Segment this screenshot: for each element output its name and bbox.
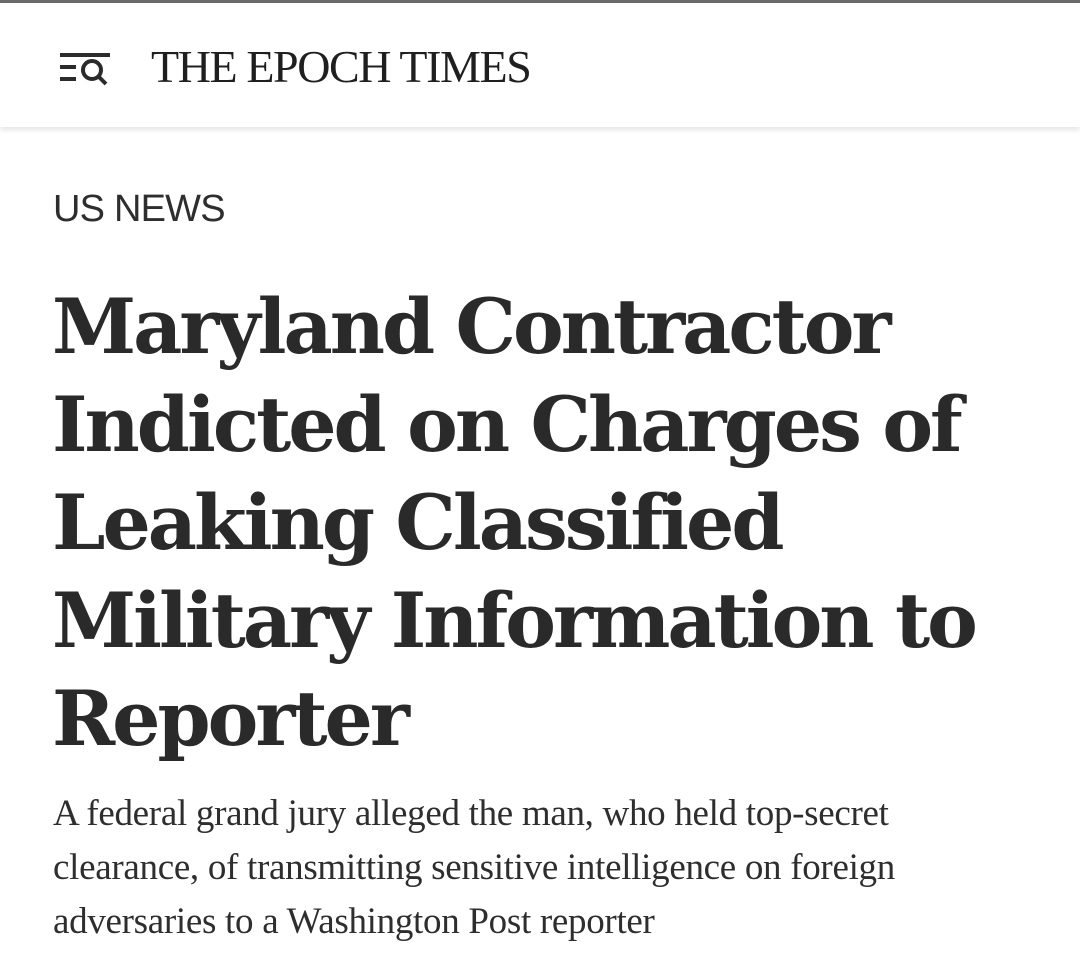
article-subheadline: A federal grand jury alleged the man, wh… [53,787,1053,949]
article-headline: Maryland Contractor Indicted on Charges … [52,278,1052,768]
headline-line: Leaking Classified [52,478,785,567]
headline-line: Indicted on Charges of [52,380,963,469]
menu-search-icon[interactable] [58,47,114,87]
site-header: THE EPOCH TIMES [0,3,1080,127]
headline-line: Military Information to [52,576,978,665]
subheadline-line: clearance, of transmitting sensitive int… [53,847,895,888]
headline-line: Maryland Contractor [52,282,891,371]
section-label[interactable]: US NEWS [53,187,226,231]
headline-line: Reporter [52,674,410,763]
subheadline-line: adversaries to a Washington Post reporte… [53,901,655,942]
site-logo[interactable]: THE EPOCH TIMES [151,41,532,93]
subheadline-line: A federal grand jury alleged the man, wh… [53,793,889,834]
